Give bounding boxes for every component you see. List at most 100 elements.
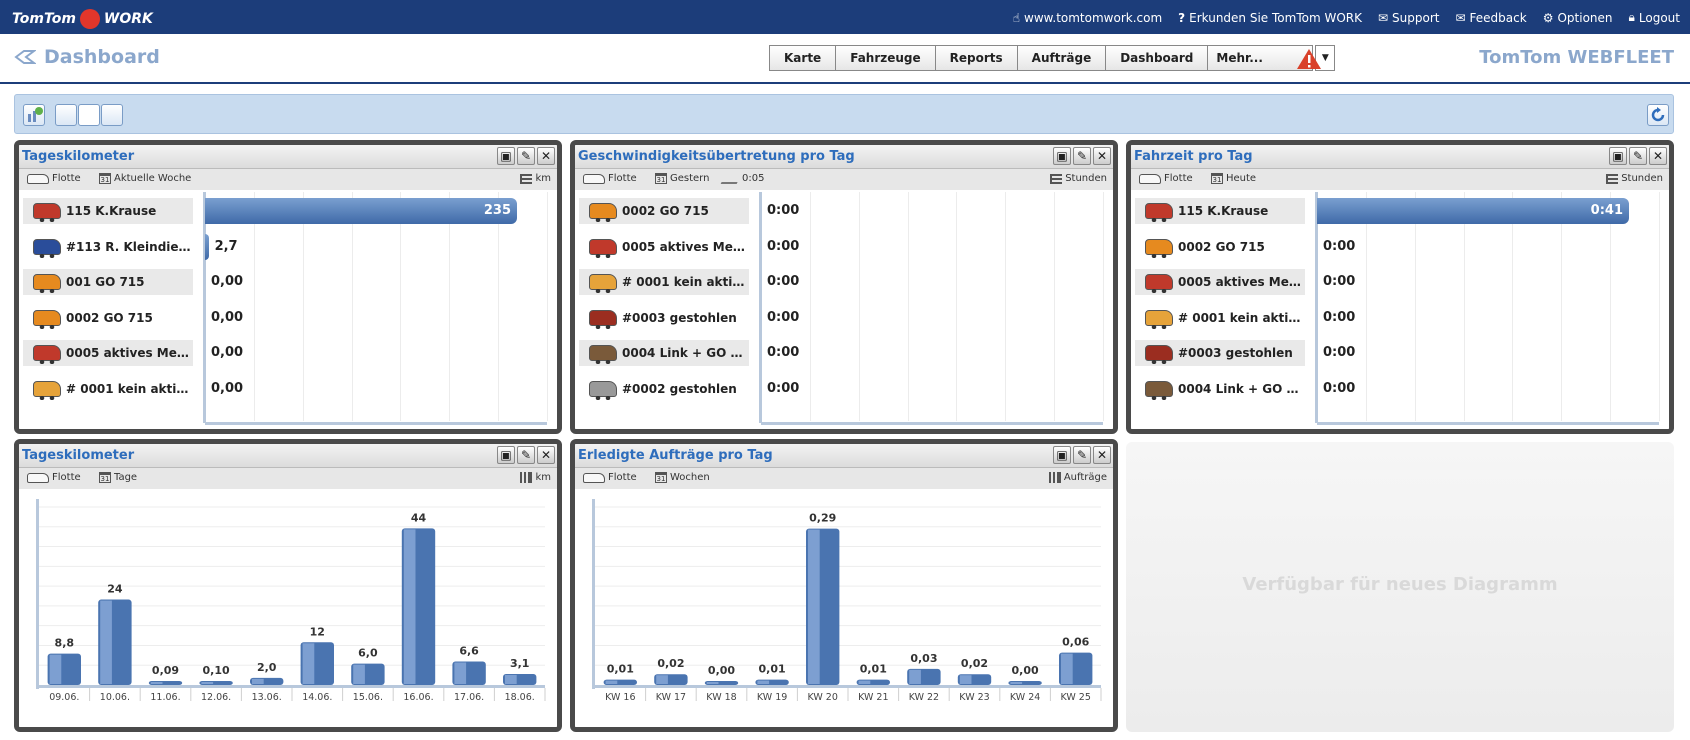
filter-threshold[interactable]: 0:05: [720, 173, 764, 184]
bar[interactable]: [856, 679, 890, 685]
vehicle-name: # 0001 kein aktives ...: [1178, 310, 1305, 325]
settings-wrench-icon[interactable]: ✎: [517, 147, 535, 165]
vehicle-name: 0002 GO 715: [1178, 239, 1265, 254]
bar[interactable]: [503, 673, 537, 685]
filter-fleet[interactable]: Flotte: [27, 173, 81, 184]
vehicle-row-label[interactable]: 0004 Link + GO 730: [579, 340, 749, 366]
filter-fleet[interactable]: Flotte: [583, 173, 637, 184]
logout-link[interactable]: 🔒︎ Logout: [1629, 10, 1680, 25]
vehicle-row-label[interactable]: 115 K.Krause: [23, 198, 193, 224]
layout-2x2-icon[interactable]: [55, 104, 77, 126]
filter-period[interactable]: 31 Wochen: [655, 472, 710, 483]
layout-3x2-icon[interactable]: [78, 104, 100, 126]
filter-fleet[interactable]: Flotte: [27, 472, 81, 483]
grid-line: [498, 192, 500, 421]
bar[interactable]: [199, 681, 233, 685]
settings-wrench-icon[interactable]: ✎: [517, 446, 535, 464]
export-icon[interactable]: ▣: [1053, 147, 1071, 165]
filter-period[interactable]: 31 Heute: [1211, 173, 1256, 184]
explore-link[interactable]: ? Erkunden Sie TomTom WORK: [1178, 10, 1362, 25]
export-icon[interactable]: ▣: [497, 147, 515, 165]
bar[interactable]: [148, 681, 183, 685]
close-icon[interactable]: ✕: [1649, 147, 1667, 165]
warning-icon[interactable]: [1296, 48, 1322, 73]
bar[interactable]: [351, 663, 385, 685]
vehicle-row-label[interactable]: 0002 GO 715: [1135, 234, 1305, 260]
vehicle-row-label[interactable]: # 0001 kein aktives ...: [579, 269, 749, 295]
bar[interactable]: [47, 653, 81, 685]
export-icon[interactable]: ▣: [1609, 147, 1627, 165]
vehicle-row-label[interactable]: #0003 gestohlen: [1135, 340, 1305, 366]
bar[interactable]: [704, 681, 739, 685]
settings-wrench-icon[interactable]: ✎: [1073, 147, 1091, 165]
bar-value-label: 0:00: [767, 274, 800, 289]
export-icon[interactable]: ▣: [1053, 446, 1071, 464]
vehicle-row-label[interactable]: 0005 aktives Messe...: [579, 234, 749, 260]
close-icon[interactable]: ✕: [1093, 147, 1111, 165]
bar[interactable]: [205, 233, 209, 260]
nav-karte[interactable]: Karte: [769, 45, 837, 71]
bar[interactable]: [957, 674, 992, 685]
vehicle-row-label[interactable]: 001 GO 715: [23, 269, 193, 295]
add-chart-icon[interactable]: [23, 104, 45, 126]
close-icon[interactable]: ✕: [537, 147, 555, 165]
nav-dashboard[interactable]: Dashboard: [1105, 45, 1209, 71]
bar[interactable]: [1059, 652, 1093, 685]
bar[interactable]: [250, 677, 284, 685]
vehicle-row-label[interactable]: 115 K.Krause: [1135, 198, 1305, 224]
vehicle-row-label[interactable]: # 0001 kein aktives ...: [1135, 305, 1305, 331]
filter-period[interactable]: 31 Aktuelle Woche: [99, 173, 191, 184]
close-icon[interactable]: ✕: [537, 446, 555, 464]
tomtom-logo[interactable]: TomTom WORK: [12, 9, 153, 29]
close-icon[interactable]: ✕: [1093, 446, 1111, 464]
unit-label: Aufträge: [1048, 472, 1107, 483]
nav-fahrzeuge[interactable]: Fahrzeuge: [835, 45, 936, 71]
vehicle-row-label[interactable]: 0002 GO 715: [579, 198, 749, 224]
filter-fleet[interactable]: Flotte: [1139, 173, 1193, 184]
vehicle-row-label[interactable]: 0005 aktives Messe...: [1135, 269, 1305, 295]
x-tick-label: KW 25: [1060, 692, 1090, 703]
x-axis-line: [595, 685, 1101, 688]
bar[interactable]: [1008, 681, 1042, 685]
bar-value-label: 44: [411, 511, 427, 524]
vehicle-row-label[interactable]: 0004 Link + GO 730: [1135, 376, 1305, 402]
empty-chart-slot[interactable]: Verfügbar für neues Diagramm: [1126, 442, 1674, 732]
export-icon[interactable]: ▣: [497, 446, 515, 464]
vehicle-row-label[interactable]: #0003 gestohlen: [579, 305, 749, 331]
bar[interactable]: [755, 679, 789, 685]
filter-fleet[interactable]: Flotte: [583, 472, 637, 483]
refresh-icon[interactable]: [1647, 104, 1669, 126]
bar[interactable]: [401, 528, 436, 685]
bar[interactable]: 0:41: [1317, 198, 1629, 224]
bar[interactable]: [806, 528, 840, 685]
bar-value-label: 6,6: [459, 645, 479, 658]
bar[interactable]: [654, 674, 688, 685]
vehicle-row-label[interactable]: #0002 gestohlen: [579, 376, 749, 402]
options-link[interactable]: ⚙ Optionen: [1543, 10, 1613, 25]
bar[interactable]: 235: [205, 198, 517, 224]
bar[interactable]: [452, 661, 486, 685]
filter-period[interactable]: 31 Gestern: [655, 173, 709, 184]
vehicle-row-label[interactable]: 0002 GO 715: [23, 305, 193, 331]
feedback-link[interactable]: ✉ Feedback: [1455, 10, 1526, 25]
settings-wrench-icon[interactable]: ✎: [1629, 147, 1647, 165]
vehicle-row-label[interactable]: # 0001 kein aktives ...: [23, 376, 193, 402]
nav-reports[interactable]: Reports: [934, 45, 1018, 71]
vehicle-row-label[interactable]: 0005 aktives Messe...: [23, 340, 193, 366]
bar[interactable]: [98, 599, 132, 685]
support-link[interactable]: ✉ Support: [1378, 10, 1440, 25]
nav-auftraege[interactable]: Aufträge: [1016, 45, 1107, 71]
grid-line: [1365, 192, 1367, 421]
settings-wrench-icon[interactable]: ✎: [1073, 446, 1091, 464]
vehicle-row-label[interactable]: #113 R. Kleindiek Ca...: [23, 234, 193, 260]
bar[interactable]: [300, 642, 334, 685]
layout-3x3-icon[interactable]: [101, 104, 123, 126]
bar[interactable]: [907, 668, 941, 685]
vehicle-icon: [589, 380, 617, 400]
website-link[interactable]: ☝ www.tomtomwork.com: [1013, 10, 1162, 25]
bar[interactable]: [603, 679, 637, 685]
filter-period[interactable]: 31 Tage: [99, 472, 137, 483]
bar-highlight: [505, 674, 517, 684]
grid-line: [1659, 192, 1660, 421]
x-tick-label: KW 17: [656, 692, 686, 703]
